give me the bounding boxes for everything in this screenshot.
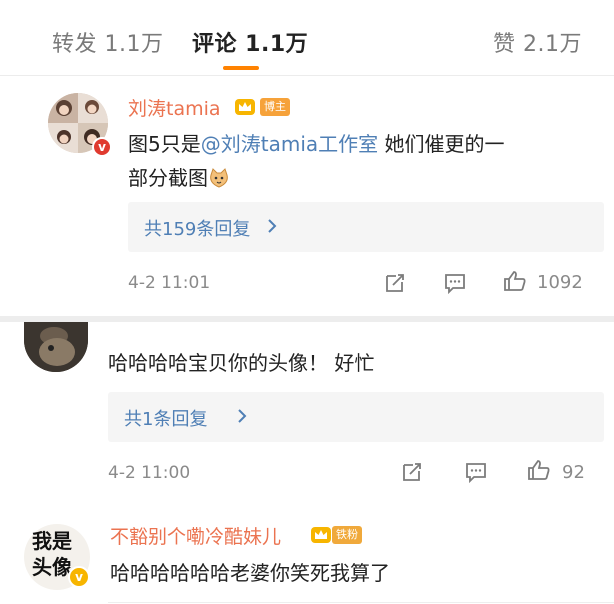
comment-text: 哈哈哈哈哈哈老婆你笑死我算了 [110, 561, 390, 585]
comment-username[interactable]: 不豁别个嘞冷酷妹儿 [110, 522, 281, 549]
tab-repost[interactable]: 转发 1.1万 [52, 26, 163, 58]
tab-likes[interactable]: 赞 2.1万 [493, 26, 582, 58]
comment-text-line2: 部分截图 [128, 161, 230, 195]
comment-username[interactable]: 刘涛tamia [128, 94, 221, 121]
comment-tabs: 转发 1.1万 评论 1.1万 赞 2.1万 [0, 0, 614, 76]
chevron-right-icon [238, 409, 247, 423]
cat-face-emoji-icon [210, 168, 228, 188]
crown-icon [235, 99, 255, 115]
crown-icon [311, 527, 331, 543]
repost-icon[interactable] [400, 460, 424, 484]
avatar[interactable] [24, 322, 88, 372]
comment-text: 哈哈哈哈宝贝你的头像！ 好忙 [108, 351, 375, 375]
comment-timestamp: 4-2 11:00 [108, 463, 191, 483]
comment-text: 图5只是@刘涛tamia工作室 她们催更的一 [128, 132, 505, 156]
mention-link[interactable]: @刘涛tamia工作室 [201, 132, 378, 156]
like-icon[interactable] [527, 458, 551, 482]
comment-icon[interactable] [464, 460, 488, 484]
chevron-right-icon [268, 219, 277, 233]
reply-count-link[interactable]: 共159条回复 [144, 215, 250, 241]
like-icon[interactable] [503, 269, 527, 293]
reply-summary[interactable]: 共1条回复 [108, 392, 604, 442]
reply-count-link[interactable]: 共1条回复 [124, 405, 207, 431]
comment-item-author: v 刘涛tamia 博主 图5只是@刘涛tamia工作室 她们催更的一 部分截图… [34, 77, 604, 317]
fan-level-badge: 铁粉 [332, 526, 362, 544]
comment-icon[interactable] [443, 271, 467, 295]
comment-timestamp: 4-2 11:01 [128, 273, 211, 293]
verified-icon: v [68, 566, 90, 588]
like-count: 92 [562, 462, 585, 483]
tab-comments[interactable]: 评论 1.1万 [192, 26, 308, 58]
verified-icon: v [92, 137, 112, 157]
comment-username-clipped [116, 320, 256, 328]
section-divider [0, 316, 614, 322]
repost-icon[interactable] [383, 271, 407, 295]
active-tab-indicator [223, 66, 259, 70]
reply-summary[interactable]: 共159条回复 [128, 202, 604, 252]
author-badge: 博主 [260, 98, 290, 116]
like-count: 1092 [537, 272, 583, 293]
row-divider [108, 602, 614, 603]
